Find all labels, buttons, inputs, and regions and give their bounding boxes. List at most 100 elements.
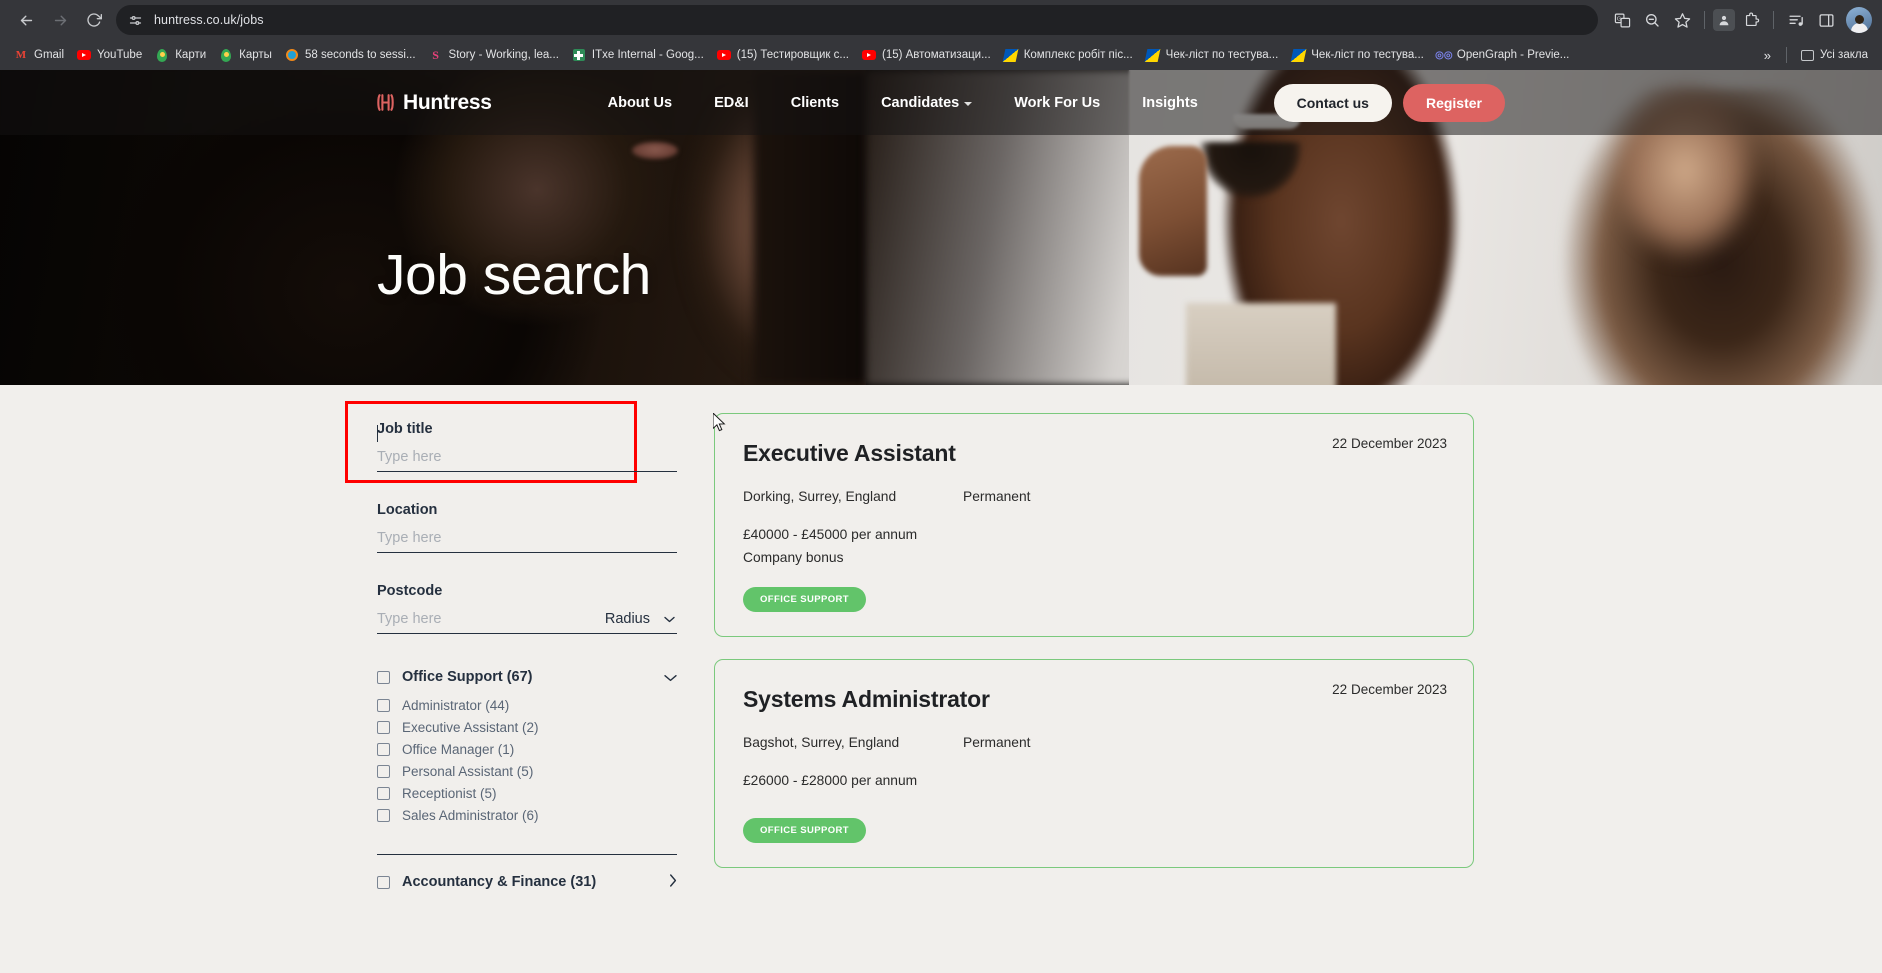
- bookmark-item[interactable]: ◎◎ OpenGraph - Previe...: [1431, 45, 1576, 65]
- bookmark-item[interactable]: M Gmail: [8, 45, 70, 65]
- bookmark-label: Карты: [239, 49, 272, 61]
- all-bookmarks-button[interactable]: Усі закла: [1794, 45, 1874, 65]
- opengraph-icon: ◎◎: [1435, 49, 1453, 61]
- account-avatar-icon[interactable]: [1846, 7, 1872, 33]
- forward-arrow-icon[interactable]: [44, 4, 76, 36]
- checkbox-administrator[interactable]: [377, 698, 390, 712]
- bookmark-item[interactable]: Чек-ліст по тестува...: [1285, 45, 1430, 65]
- filter-group-accountancy-finance[interactable]: Accountancy & Finance (31): [377, 869, 677, 895]
- job-meta-row: Dorking, Surrey, England Permanent: [743, 489, 1445, 504]
- checkbox-office-manager[interactable]: [377, 742, 390, 756]
- bookmark-item[interactable]: YouTube: [71, 45, 148, 65]
- job-bonus: Company bonus: [743, 550, 844, 565]
- svg-text:G: G: [1616, 16, 1620, 22]
- bookmark-label: Карти: [175, 49, 207, 61]
- nav-label: ED&I: [714, 94, 749, 111]
- job-title-input-row[interactable]: [377, 425, 677, 472]
- filter-item-office-manager[interactable]: Office Manager (1): [377, 738, 677, 760]
- job-salary: £26000 - £28000 per annum: [743, 773, 918, 788]
- checkbox-receptionist[interactable]: [377, 786, 390, 800]
- brand-logo[interactable]: Huntress: [377, 91, 492, 115]
- job-title-field-wrapper: Job title: [345, 401, 677, 483]
- register-button[interactable]: Register: [1402, 83, 1505, 122]
- radius-label: Radius: [604, 611, 650, 627]
- job-category-tag[interactable]: OFFICE SUPPORT: [743, 818, 866, 843]
- category-filter-list: Office Support (67) Administrator (44) E…: [377, 664, 677, 895]
- chevron-down-icon[interactable]: [664, 670, 677, 685]
- filter-group-office-support[interactable]: Office Support (67): [377, 664, 677, 690]
- nav-item-clients[interactable]: Clients: [770, 95, 860, 111]
- job-contract-type: Permanent: [963, 489, 1031, 504]
- job-posted-date: 22 December 2023: [1332, 682, 1447, 697]
- gmail-icon: M: [15, 49, 27, 61]
- location-field-group: Location: [377, 494, 677, 553]
- checkbox-office-support[interactable]: [377, 670, 390, 684]
- bookmark-item[interactable]: 58 seconds to sessi...: [279, 45, 422, 65]
- youtube-icon: [716, 48, 731, 62]
- nav-item-work-for-us[interactable]: Work For Us: [993, 95, 1121, 111]
- postcode-input[interactable]: [377, 611, 605, 627]
- profile-card-icon[interactable]: [1713, 9, 1735, 31]
- address-bar[interactable]: huntress.co.uk/jobs: [116, 5, 1598, 35]
- checkbox-sales-administrator[interactable]: [377, 808, 390, 822]
- job-category-tag[interactable]: OFFICE SUPPORT: [743, 587, 866, 612]
- back-arrow-icon[interactable]: [10, 4, 42, 36]
- extensions-puzzle-icon[interactable]: [1737, 6, 1765, 34]
- nav-label: Candidates: [881, 94, 960, 111]
- nav-item-about-us[interactable]: About Us: [587, 95, 693, 111]
- bookmarks-overflow-button[interactable]: »: [1756, 45, 1779, 66]
- bookmark-item[interactable]: (15) Автоматизаци...: [856, 45, 997, 65]
- job-card[interactable]: 22 December 2023 Executive Assistant Dor…: [714, 413, 1474, 637]
- chevron-right-icon[interactable]: [669, 874, 677, 890]
- zoom-out-icon[interactable]: [1638, 6, 1666, 34]
- main-content: Job title Location Postcode: [0, 385, 1882, 895]
- bookmark-label: Комплекс робіт піс...: [1023, 49, 1133, 61]
- brand-name: Huntress: [403, 90, 492, 114]
- translate-icon[interactable]: G: [1608, 6, 1636, 34]
- page-viewport: Huntress About Us ED&I Clients Candidate…: [0, 70, 1882, 973]
- bookmark-item[interactable]: Комплекс робіт піс...: [998, 45, 1139, 65]
- radius-select[interactable]: Radius: [605, 611, 677, 627]
- bookmark-label: YouTube: [97, 49, 143, 61]
- bookmark-item[interactable]: S Story - Working, lea...: [423, 45, 565, 65]
- postcode-input-row[interactable]: Radius: [377, 611, 677, 634]
- bookmark-star-icon[interactable]: [1668, 6, 1696, 34]
- filter-label: Office Support (67): [402, 669, 533, 685]
- nav-label: About Us: [607, 94, 673, 111]
- filter-item-sales-administrator[interactable]: Sales Administrator (6): [377, 804, 677, 826]
- checkbox-personal-assistant[interactable]: [377, 764, 390, 778]
- nav-item-candidates[interactable]: Candidates: [860, 95, 993, 111]
- bookmark-item[interactable]: Карты: [213, 45, 278, 65]
- bookmarks-bar: M Gmail YouTube Карти Карты 58 seconds to…: [0, 40, 1882, 70]
- maps-pin-icon: [219, 48, 233, 62]
- job-title-input[interactable]: [377, 449, 677, 465]
- filter-label: Administrator (44): [402, 697, 510, 713]
- reload-icon[interactable]: [78, 4, 110, 36]
- bookmark-label: Story - Working, lea...: [448, 49, 559, 61]
- filter-item-personal-assistant[interactable]: Personal Assistant (5): [377, 760, 677, 782]
- bookmark-item[interactable]: ITxe Internal - Goog...: [566, 45, 710, 65]
- reading-list-icon[interactable]: [1782, 6, 1810, 34]
- youtube-icon: [77, 48, 92, 62]
- checkbox-executive-assistant[interactable]: [377, 720, 390, 734]
- location-input-row[interactable]: [377, 530, 677, 553]
- all-bookmarks-label: Усі закла: [1820, 49, 1868, 61]
- filter-item-executive-assistant[interactable]: Executive Assistant (2): [377, 716, 677, 738]
- filter-item-receptionist[interactable]: Receptionist (5): [377, 782, 677, 804]
- bookmark-item[interactable]: Карти: [149, 45, 212, 65]
- job-card[interactable]: 22 December 2023 Systems Administrator B…: [714, 659, 1474, 868]
- nav-item-insights[interactable]: Insights: [1121, 95, 1219, 111]
- side-panel-icon[interactable]: [1812, 6, 1840, 34]
- site-settings-icon[interactable]: [126, 11, 144, 29]
- job-results-list: 22 December 2023 Executive Assistant Dor…: [714, 385, 1474, 895]
- bookmark-item[interactable]: (15) Тестировщик с...: [711, 45, 855, 65]
- filter-label: Accountancy & Finance (31): [402, 874, 597, 890]
- filter-item-administrator[interactable]: Administrator (44): [377, 694, 677, 716]
- location-input[interactable]: [377, 530, 677, 546]
- chevron-down-icon: [664, 613, 675, 625]
- checkbox-accountancy-finance[interactable]: [377, 875, 390, 889]
- job-search-filters-sidebar: Job title Location Postcode: [345, 385, 677, 895]
- nav-item-edi[interactable]: ED&I: [693, 95, 770, 111]
- contact-us-button[interactable]: Contact us: [1273, 83, 1392, 122]
- bookmark-item[interactable]: Чек-ліст по тестува...: [1140, 45, 1285, 65]
